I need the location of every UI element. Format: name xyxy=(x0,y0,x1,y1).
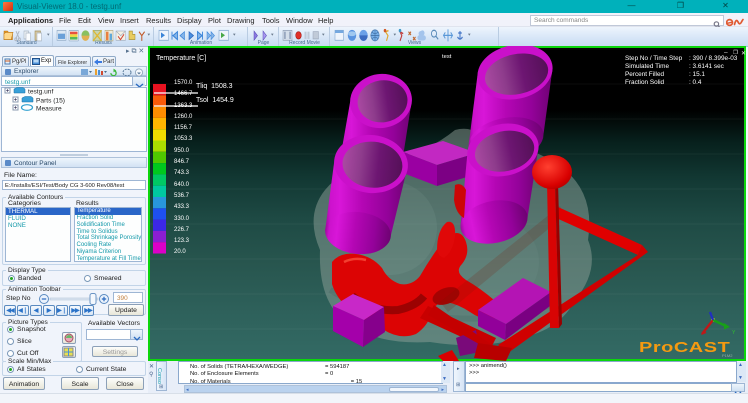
svg-text:Parts (15): Parts (15) xyxy=(36,98,65,105)
svg-text:testg.unf: testg.unf xyxy=(28,89,53,96)
svg-text:Y: Y xyxy=(732,330,736,336)
svg-text:Measure: Measure xyxy=(36,106,62,113)
